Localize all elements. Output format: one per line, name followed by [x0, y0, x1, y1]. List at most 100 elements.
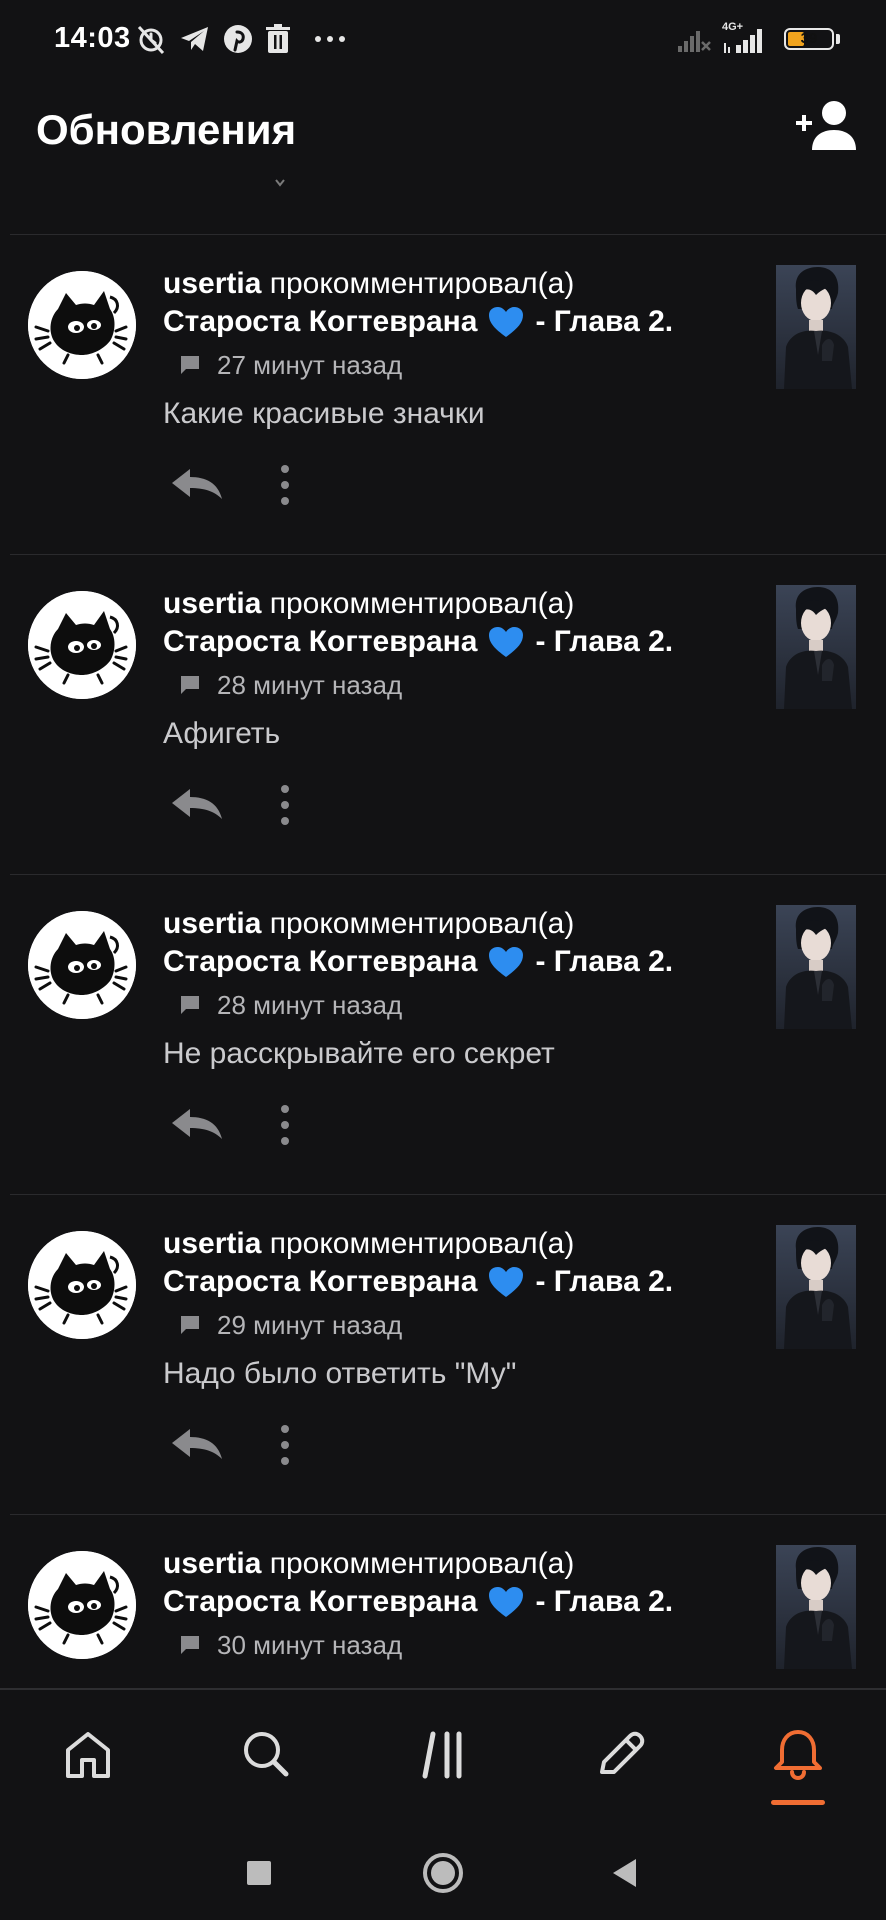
page-title: Обновления — [36, 106, 297, 153]
work-cover-thumbnail[interactable] — [776, 265, 856, 389]
cat-avatar-icon — [28, 1231, 136, 1339]
reply-button[interactable] — [168, 1103, 226, 1147]
nav-write[interactable] — [580, 1724, 660, 1804]
status-bar: 14:03 4G+ 39 — [0, 0, 886, 80]
work-cover-thumbnail[interactable] — [776, 585, 856, 709]
user-avatar[interactable] — [28, 271, 136, 379]
notification-header: usertia прокомментировал(а) — [163, 1225, 723, 1263]
user-avatar[interactable] — [28, 911, 136, 1019]
status-icons-left — [134, 21, 350, 57]
work-title: Староста Когтеврана — [163, 1265, 478, 1298]
username[interactable]: usertia — [163, 907, 261, 940]
notification-text: usertia прокомментировал(а) Староста Ког… — [163, 265, 723, 433]
battery-tip — [836, 34, 840, 44]
more-options-button[interactable] — [274, 461, 296, 509]
work-link[interactable]: Староста Когтеврана - Глава 2. — [163, 943, 723, 981]
cat-avatar-icon — [28, 271, 136, 379]
nav-library[interactable] — [403, 1724, 483, 1804]
reply-icon — [172, 469, 222, 499]
user-avatar[interactable] — [28, 1231, 136, 1339]
kebab-menu-icon — [281, 465, 289, 505]
work-link[interactable]: Староста Когтеврана - Глава 2. — [163, 623, 723, 661]
nav-search[interactable] — [226, 1724, 306, 1804]
kebab-menu-icon — [281, 785, 289, 825]
reply-icon — [172, 1429, 222, 1459]
notification-meta: 28 минут назад — [163, 987, 723, 1023]
more-options-button[interactable] — [274, 1421, 296, 1469]
user-avatar[interactable] — [28, 591, 136, 699]
recent-apps-button[interactable] — [234, 1848, 284, 1898]
notification-meta: 30 минут назад — [163, 1627, 723, 1663]
feed-item[interactable]: usertia прокомментировал(а) Староста Ког… — [10, 1514, 886, 1688]
notification-text: usertia прокомментировал(а) Староста Ког… — [163, 905, 723, 1073]
more-options-button[interactable] — [274, 1101, 296, 1149]
notification-meta: 28 минут назад — [163, 667, 723, 703]
notification-action: прокомментировал(а) — [269, 587, 575, 620]
kebab-menu-icon — [281, 1425, 289, 1465]
feed-item[interactable]: usertia прокомментировал(а) Староста Ког… — [10, 1194, 886, 1514]
comment-icon — [181, 356, 199, 374]
search-icon — [244, 1732, 289, 1777]
character-portrait-icon — [776, 1545, 856, 1669]
chapter-label: - Глава 2. — [535, 625, 674, 658]
notification-text: usertia прокомментировал(а) Староста Ког… — [163, 1545, 723, 1675]
work-link[interactable]: Староста Когтеврана - Глава 2. — [163, 1263, 723, 1301]
work-link[interactable]: Староста Когтеврана - Глава 2. — [163, 1583, 723, 1621]
active-tab-indicator — [771, 1800, 825, 1805]
work-title: Староста Когтеврана — [163, 945, 478, 978]
work-cover-thumbnail[interactable] — [776, 905, 856, 1029]
status-icons-right: 4G+ 39 — [676, 21, 840, 57]
comment-text: Не расскрывайте его секрет — [163, 1037, 555, 1070]
reply-icon — [172, 789, 222, 819]
feed-item[interactable]: usertia прокомментировал(а) Староста Ког… — [10, 234, 886, 554]
back-button[interactable] — [600, 1848, 650, 1898]
add-user-button[interactable] — [794, 98, 860, 154]
bell-icon — [774, 1730, 822, 1781]
username[interactable]: usertia — [163, 1227, 261, 1260]
cat-avatar-icon — [28, 1551, 136, 1659]
notification-header: usertia прокомментировал(а) — [163, 585, 723, 623]
username[interactable]: usertia — [163, 1547, 261, 1580]
telegram-icon — [181, 27, 208, 51]
reply-button[interactable] — [168, 1423, 226, 1467]
notification-text: usertia прокомментировал(а) Староста Ког… — [163, 585, 723, 753]
home-system-button[interactable] — [418, 1848, 468, 1898]
network-indicator: 4G+ — [722, 21, 774, 55]
timestamp: 30 минут назад — [217, 1629, 403, 1660]
more-dots-icon — [315, 36, 345, 42]
chapter-label: - Глава 2. — [535, 945, 674, 978]
home-icon — [66, 1732, 110, 1778]
reply-button[interactable] — [168, 783, 226, 827]
work-title: Староста Когтеврана — [163, 625, 478, 658]
reply-button[interactable] — [168, 463, 226, 507]
chevron-down-icon — [275, 179, 285, 187]
more-options-button[interactable] — [274, 781, 296, 829]
work-cover-thumbnail[interactable] — [776, 1545, 856, 1669]
reply-icon — [172, 1109, 222, 1139]
notification-meta: 27 минут назад — [163, 347, 723, 383]
work-link[interactable]: Староста Когтеврана - Глава 2. — [163, 303, 723, 341]
notification-action: прокомментировал(а) — [269, 1547, 575, 1580]
notification-header: usertia прокомментировал(а) — [163, 905, 723, 943]
user-avatar[interactable] — [28, 1551, 136, 1659]
feed-item[interactable]: usertia прокомментировал(а) Староста Ког… — [10, 554, 886, 874]
bottom-navigation — [0, 1690, 886, 1820]
battery-icon: 39 — [784, 28, 834, 50]
blue-heart-icon — [489, 1267, 524, 1297]
notification-action: прокомментировал(а) — [269, 1227, 575, 1260]
notification-text: usertia прокомментировал(а) Староста Ког… — [163, 1225, 723, 1393]
blue-heart-icon — [489, 1587, 524, 1617]
nav-home[interactable] — [48, 1724, 128, 1804]
add-user-icon — [796, 101, 856, 150]
signal-icon — [724, 29, 762, 53]
notification-action: прокомментировал(а) — [269, 267, 575, 300]
feed-item[interactable]: usertia прокомментировал(а) Староста Ког… — [10, 874, 886, 1194]
nav-notifications[interactable] — [758, 1724, 838, 1804]
chapter-label: - Глава 2. — [535, 1265, 674, 1298]
work-cover-thumbnail[interactable] — [776, 1225, 856, 1349]
username[interactable]: usertia — [163, 267, 261, 300]
status-time: 14:03 — [54, 22, 131, 54]
username[interactable]: usertia — [163, 587, 261, 620]
character-portrait-icon — [776, 1225, 856, 1349]
notifications-feed[interactable]: usertia прокомментировал(а) Староста Ког… — [0, 176, 886, 1688]
